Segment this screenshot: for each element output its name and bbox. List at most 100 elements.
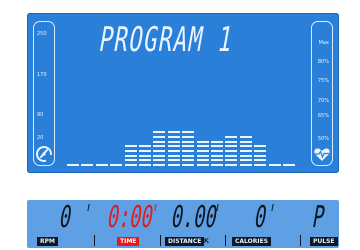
rpm-label: RPM (37, 237, 58, 246)
profile-segment (167, 140, 180, 143)
rpm-value-tick (87, 204, 90, 211)
profile-segment (153, 154, 166, 157)
profile-segment (153, 164, 166, 166)
speed-scale-panel: 250 170 90 20 (33, 21, 55, 166)
profile-segment (196, 145, 209, 148)
profile-segment (239, 145, 252, 148)
profile-segment (211, 145, 223, 148)
scale-label-50: 50% (317, 136, 329, 142)
scale-label-max: Max (318, 40, 329, 46)
readout-separator (300, 235, 301, 246)
profile-segment (239, 149, 252, 152)
time-value: 0:00 (105, 200, 156, 235)
profile-segment (95, 164, 108, 166)
pulse-value: P (310, 200, 328, 235)
profile-segment (225, 159, 238, 162)
distance-label: DISTANCE (165, 237, 205, 246)
distance-unit: K (204, 238, 210, 245)
scale-label-90: 90 (37, 112, 44, 118)
profile-segment (239, 159, 252, 162)
heart-rate-icon (314, 148, 330, 161)
profile-segment (283, 164, 295, 166)
profile-segment (239, 164, 252, 166)
profile-segment (81, 164, 94, 166)
profile-segment (167, 149, 180, 152)
profile-segment (225, 154, 238, 157)
heart-rate-scale-panel: Max 80% 75% 70% 65% 50% (311, 21, 333, 166)
scale-label-70: 70% (317, 98, 329, 104)
profile-segment (139, 149, 151, 152)
profile-segment (196, 154, 209, 157)
calories-value-tick (271, 204, 274, 211)
profile-segment (153, 131, 166, 134)
scale-label-170: 170 (37, 72, 47, 78)
profile-segment (196, 159, 209, 162)
profile-segment (182, 154, 195, 157)
profile-segment (182, 135, 195, 138)
profile-segment (254, 154, 267, 157)
profile-segment (225, 149, 238, 152)
profile-segment (124, 159, 137, 162)
scale-label-250: 250 (37, 31, 47, 37)
profile-segment (254, 164, 267, 166)
program-profile-bars (65, 73, 301, 167)
profile-segment (239, 154, 252, 157)
profile-segment (139, 145, 151, 148)
readout-separator (225, 235, 226, 246)
scale-label-65: 65% (317, 113, 329, 119)
readout-strip: 0 RPM 0:00 TIME 0.00 DISTANCE K 0 CALORI… (27, 200, 339, 248)
profile-segment (153, 159, 166, 162)
profile-segment (225, 140, 238, 143)
profile-segment (153, 140, 166, 143)
rpm-value: 0 (57, 200, 75, 235)
readout-separator (94, 235, 95, 246)
profile-segment (167, 131, 180, 134)
pulse-label: PULSE (310, 237, 338, 246)
speed-gauge-icon (36, 146, 52, 162)
profile-segment (124, 145, 137, 148)
profile-segment (182, 149, 195, 152)
profile-segment (182, 159, 195, 162)
profile-segment (211, 164, 223, 166)
profile-segment (167, 164, 180, 166)
profile-segment (225, 164, 238, 166)
profile-segment (124, 154, 137, 157)
profile-segment (268, 164, 281, 166)
profile-segment (254, 159, 267, 162)
profile-segment (196, 164, 209, 166)
scale-label-20: 20 (37, 135, 44, 141)
profile-segment (153, 149, 166, 152)
profile-segment (211, 159, 223, 162)
calories-value: 0 (252, 200, 270, 235)
profile-segment (254, 145, 267, 148)
profile-segment (225, 135, 238, 138)
profile-segment (239, 135, 252, 138)
profile-segment (225, 145, 238, 148)
profile-segment (211, 154, 223, 157)
calories-label: CALORIES (232, 237, 272, 246)
profile-segment (211, 140, 223, 143)
profile-segment (153, 145, 166, 148)
profile-segment (153, 135, 166, 138)
profile-segment (239, 140, 252, 143)
profile-segment (167, 154, 180, 157)
scale-label-80: 80% (317, 59, 329, 65)
profile-segment (196, 149, 209, 152)
readout-separator (160, 235, 161, 246)
console-lcd-screen: 250 170 90 20 PROGRAM 1 Max 80% 75% 70% … (27, 13, 339, 173)
profile-segment (124, 164, 137, 166)
scale-label-75: 75% (317, 78, 329, 84)
profile-segment (182, 164, 195, 166)
profile-segment (196, 140, 209, 143)
profile-segment (67, 164, 79, 166)
profile-segment (167, 159, 180, 162)
time-value-tick (154, 204, 157, 211)
profile-segment (167, 135, 180, 138)
profile-segment (139, 159, 151, 162)
profile-segment (110, 164, 123, 166)
time-label: TIME (117, 237, 140, 246)
profile-segment (211, 149, 223, 152)
profile-segment (139, 164, 151, 166)
profile-segment (182, 140, 195, 143)
program-title: PROGRAM 1 (96, 20, 237, 60)
